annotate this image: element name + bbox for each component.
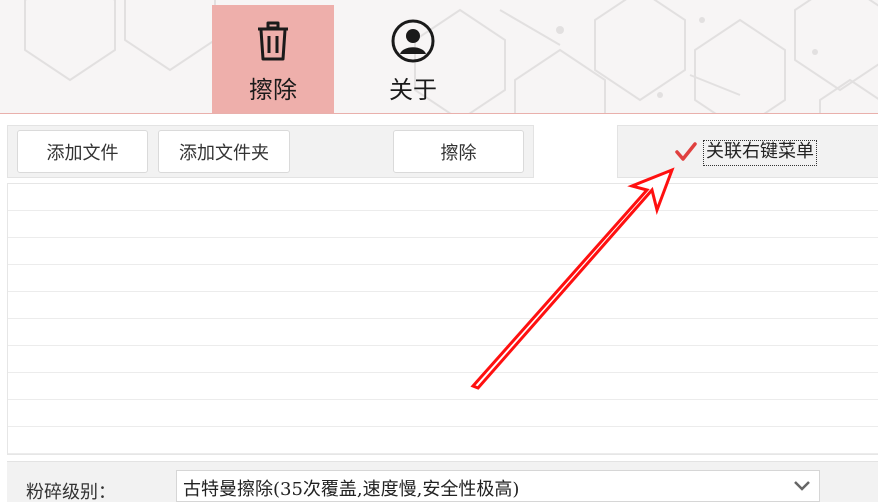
shred-level-label: 粉碎级别：	[26, 482, 116, 503]
tab-about-label: 关于	[389, 76, 437, 104]
erase-button[interactable]: 擦除	[393, 130, 524, 173]
tab-about[interactable]: 关于	[352, 5, 474, 113]
add-file-button[interactable]: 添加文件	[17, 130, 148, 173]
user-icon	[391, 19, 435, 63]
check-mark-icon	[675, 142, 697, 161]
context-menu-checkbox[interactable]	[674, 141, 698, 163]
shred-level-select[interactable]: 古特曼擦除(35次覆盖,速度慢,安全性极高)	[176, 470, 820, 502]
add-folder-button[interactable]: 添加文件夹	[158, 130, 290, 173]
file-list[interactable]	[7, 183, 878, 455]
context-menu-label[interactable]: 关联右键菜单	[703, 140, 817, 166]
tab-erase-label: 擦除	[249, 76, 297, 104]
chevron-down-icon[interactable]	[792, 478, 812, 492]
trash-icon	[258, 21, 288, 61]
header-bar: 擦除 关于	[0, 0, 878, 114]
tab-erase[interactable]: 擦除	[212, 5, 334, 113]
